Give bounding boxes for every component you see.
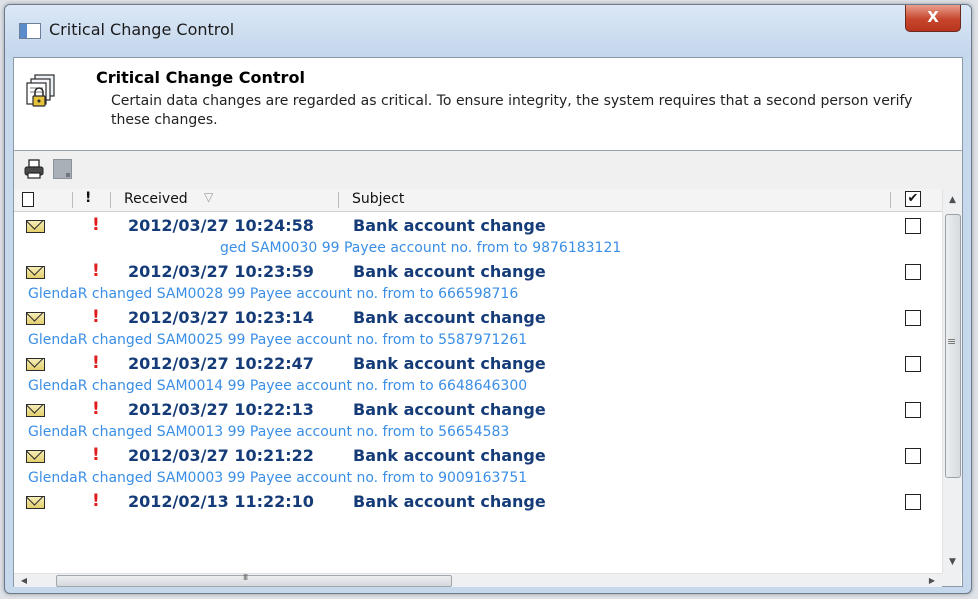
message-subject: Bank account change xyxy=(353,354,546,373)
envelope-icon xyxy=(26,358,45,371)
received-date: 2012/03/27 10:24:58 xyxy=(128,216,314,235)
header-description: Certain data changes are regarded as cri… xyxy=(111,93,913,128)
message-row[interactable]: ! 2012/03/27 10:21:22 Bank account chang… xyxy=(14,442,942,488)
priority-icon: ! xyxy=(92,445,100,465)
priority-icon: ! xyxy=(92,307,100,327)
scroll-down-icon[interactable]: ▼ xyxy=(943,553,962,571)
scroll-up-icon[interactable]: ▲ xyxy=(943,191,962,209)
message-subject: Bank account change xyxy=(353,446,546,465)
locked-documents-icon xyxy=(26,74,55,107)
priority-icon: ! xyxy=(92,491,100,511)
resize-grip[interactable] xyxy=(942,573,961,586)
row-checkbox[interactable] xyxy=(905,402,921,418)
horizontal-scrollbar[interactable]: ◀ ▶ xyxy=(14,573,942,587)
header-title: Critical Change Control xyxy=(96,68,305,87)
select-all-checkbox[interactable]: ✔ xyxy=(905,191,921,207)
dialog-content: Critical Change Control Certain data cha… xyxy=(13,57,963,587)
priority-column-header[interactable]: ! xyxy=(85,190,91,206)
close-button[interactable]: X xyxy=(905,5,961,32)
received-date: 2012/03/27 10:22:47 xyxy=(128,354,314,373)
envelope-icon xyxy=(26,404,45,417)
message-row[interactable]: ! 2012/02/13 11:22:10 Bank account chang… xyxy=(14,488,942,534)
priority-icon: ! xyxy=(92,353,100,373)
message-detail: GlendaR changed SAM0003 99 Payee account… xyxy=(28,470,528,486)
message-detail: GlendaR changed SAM0028 99 Payee account… xyxy=(28,286,519,302)
envelope-icon xyxy=(26,450,45,463)
message-row[interactable]: ! 2012/03/27 10:23:59 Bank account chang… xyxy=(14,258,942,304)
info-header: Critical Change Control Certain data cha… xyxy=(14,58,962,151)
message-detail: GlendaR changed SAM0013 99 Payee account… xyxy=(28,424,510,440)
priority-icon: ! xyxy=(92,399,100,419)
window-title: Critical Change Control xyxy=(49,20,235,39)
envelope-icon xyxy=(26,496,45,509)
row-checkbox[interactable] xyxy=(905,448,921,464)
message-detail: GlendaR changed SAM0025 99 Payee account… xyxy=(28,332,528,348)
print-icon[interactable] xyxy=(24,159,44,179)
vertical-scroll-thumb[interactable] xyxy=(945,214,961,478)
message-subject: Bank account change xyxy=(353,400,546,419)
column-separator[interactable] xyxy=(338,192,339,208)
column-separator[interactable] xyxy=(72,192,73,208)
message-subject: Bank account change xyxy=(353,308,546,327)
priority-icon: ! xyxy=(92,215,100,235)
column-header: ! Received ▽ Subject ✔ xyxy=(14,189,942,212)
message-subject: Bank account change xyxy=(353,262,546,281)
window-icon xyxy=(19,23,41,39)
message-subject: Bank account change xyxy=(353,216,546,235)
toolbar xyxy=(14,151,962,189)
received-date: 2012/03/27 10:22:13 xyxy=(128,400,314,419)
envelope-icon xyxy=(26,266,45,279)
column-separator[interactable] xyxy=(890,192,891,208)
message-list: ! Received ▽ Subject ✔ ! 2012/03/27 10:2… xyxy=(14,189,942,573)
message-row[interactable]: ! 2012/03/27 10:23:14 Bank account chang… xyxy=(14,304,942,350)
message-row[interactable]: ! 2012/03/27 10:22:13 Bank account chang… xyxy=(14,396,942,442)
subject-column-header[interactable]: Subject xyxy=(352,191,404,207)
message-detail: GlendaR changed SAM0014 99 Payee account… xyxy=(28,378,528,394)
envelope-icon xyxy=(26,312,45,325)
scroll-right-icon[interactable]: ▶ xyxy=(924,574,940,587)
received-date: 2012/03/27 10:23:59 xyxy=(128,262,314,281)
message-row[interactable]: ! 2012/03/27 10:22:47 Bank account chang… xyxy=(14,350,942,396)
message-row[interactable]: ! 2012/03/27 10:24:58 Bank account chang… xyxy=(14,212,942,258)
received-date: 2012/02/13 11:22:10 xyxy=(128,492,314,511)
dialog-window: Critical Change Control X Critical Chang… xyxy=(4,4,972,594)
horizontal-scroll-thumb[interactable] xyxy=(56,573,452,587)
select-icon[interactable] xyxy=(53,159,72,179)
title-bar[interactable]: Critical Change Control X xyxy=(5,5,971,57)
column-separator[interactable] xyxy=(110,192,111,208)
vertical-scrollbar[interactable]: ▲ ▼ xyxy=(942,189,962,573)
scroll-left-icon[interactable]: ◀ xyxy=(16,574,32,587)
message-subject: Bank account change xyxy=(353,492,546,511)
document-icon[interactable] xyxy=(22,192,34,207)
received-date: 2012/03/27 10:23:14 xyxy=(128,308,314,327)
priority-icon: ! xyxy=(92,261,100,281)
message-detail: ged SAM0030 99 Payee account no. from to… xyxy=(220,240,622,256)
row-checkbox[interactable] xyxy=(905,218,921,234)
received-date: 2012/03/27 10:21:22 xyxy=(128,446,314,465)
envelope-icon xyxy=(26,220,45,233)
received-column-header[interactable]: Received xyxy=(124,191,188,207)
sort-descending-icon: ▽ xyxy=(204,190,214,204)
row-checkbox[interactable] xyxy=(905,356,921,372)
row-checkbox[interactable] xyxy=(905,310,921,326)
row-checkbox[interactable] xyxy=(905,494,921,510)
row-checkbox[interactable] xyxy=(905,264,921,280)
